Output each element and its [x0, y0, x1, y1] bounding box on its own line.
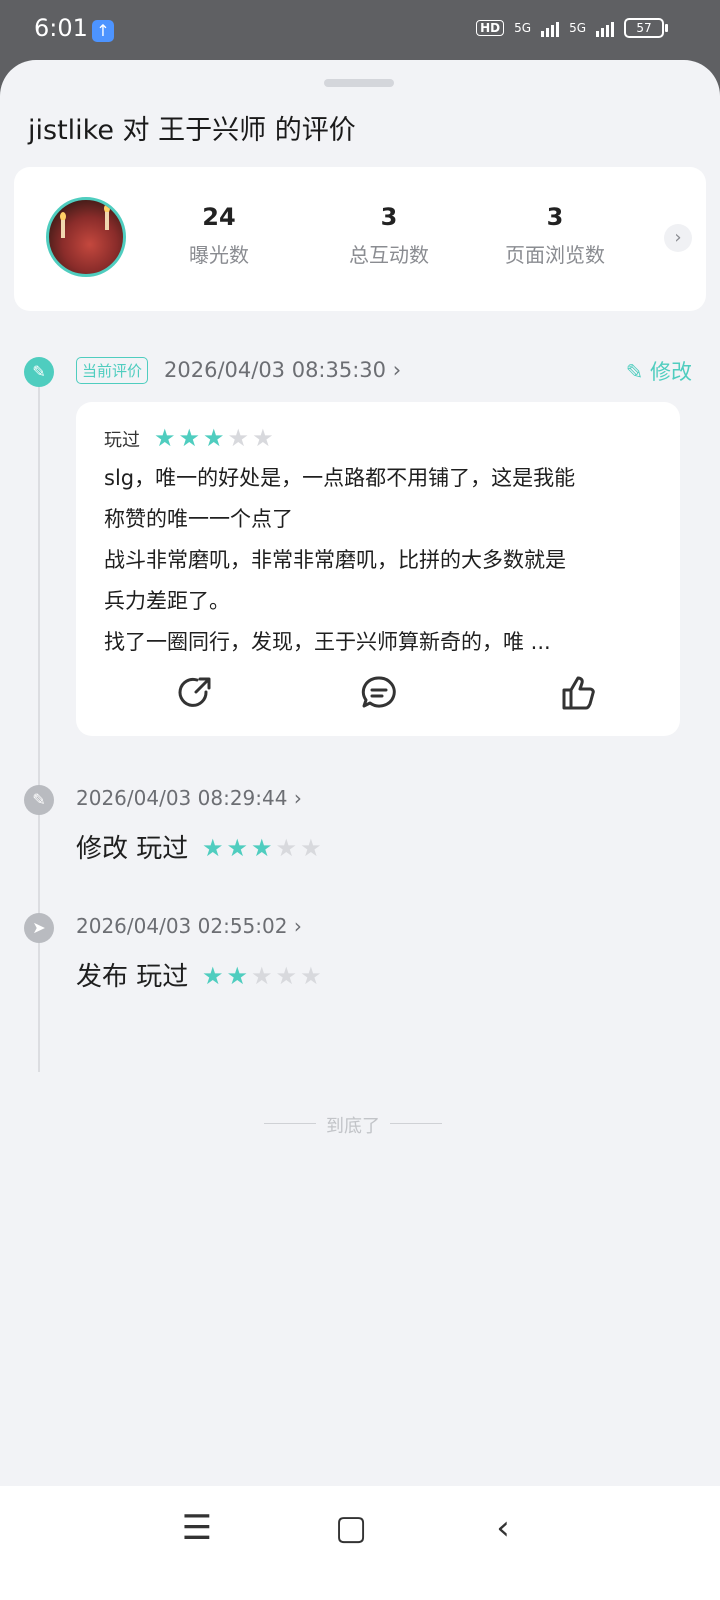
hd-icon: HD — [476, 20, 505, 36]
star-filled-icon: ★ — [154, 424, 176, 452]
thumbs-up-icon[interactable] — [560, 674, 598, 720]
status-bar: 6:01 ↑ HD 5G 5G 57 — [0, 0, 720, 62]
avatar[interactable] — [46, 197, 126, 277]
signal-icon-2 — [596, 19, 614, 37]
star-filled-icon: ★ — [226, 834, 249, 862]
network-label-2: 5G — [569, 21, 586, 35]
menu-icon[interactable]: ☰ — [172, 1508, 222, 1548]
stats-card[interactable]: 24 曝光数 3 总互动数 3 页面浏览数 › — [14, 167, 706, 311]
comment-icon[interactable] — [360, 674, 398, 720]
chevron-right-icon[interactable]: › — [664, 224, 692, 252]
played-label: 玩过 — [104, 430, 140, 451]
page-title: jistlike 对 王于兴师 的评价 — [28, 115, 356, 146]
current-review-badge: 当前评价 — [76, 357, 149, 384]
review-line: 兵力差距了。 — [104, 589, 230, 613]
current-review-date[interactable]: 2026/04/03 08:35:30 › — [164, 358, 401, 382]
home-icon[interactable]: ▢ — [326, 1508, 376, 1548]
stat-label: 总互动数 — [349, 243, 429, 267]
battery-icon: 57 — [624, 18, 668, 38]
review-line: 称赞的唯一一个点了 — [104, 507, 293, 531]
review-card[interactable]: 玩过 ★ ★ ★ ★ ★ slg，唯一的好处是，一点路都不用铺了，这是我能 称赞的唯一一… — [76, 402, 680, 736]
star-empty-icon: ★ — [300, 834, 322, 862]
upload-icon: ↑ — [92, 20, 114, 42]
star-empty-icon: ★ — [251, 962, 273, 990]
review-line: slg，唯一的好处是，一点路都不用铺了，这是我能 — [104, 466, 576, 490]
stat-label: 曝光数 — [189, 243, 249, 267]
share-icon[interactable] — [176, 674, 214, 720]
rating-stars: ★ ★ ★ ★ ★ — [154, 426, 274, 450]
bottom-sheet: jistlike 对 王于兴师 的评价 24 曝光数 3 总互动数 3 页面浏览… — [0, 60, 720, 1600]
star-empty-icon: ★ — [300, 962, 322, 990]
network-label-1: 5G — [514, 21, 532, 35]
timeline-line — [38, 372, 40, 1072]
system-nav-bar: ☰ ▢ ‹ — [0, 1486, 720, 1600]
review-line: 找了一圈同行，发现，王于兴师算新奇的，唯 ... — [104, 630, 551, 654]
stat-page-views: 3 页面浏览数 — [485, 203, 625, 268]
edit-check-icon: ✎ — [24, 357, 54, 387]
star-filled-icon: ★ — [226, 962, 249, 990]
review-line: 战斗非常磨叽，非常非常磨叽，比拼的大多数就是 — [104, 548, 566, 572]
edit-button[interactable]: ✎ 修改 — [626, 356, 692, 386]
back-icon[interactable]: ‹ — [478, 1508, 528, 1548]
history-date[interactable]: 2026/04/03 02:55:02 › — [76, 914, 302, 938]
stat-interactions: 3 总互动数 — [319, 203, 459, 268]
stat-exposure: 24 曝光数 — [149, 203, 289, 268]
star-empty-icon: ★ — [275, 962, 298, 990]
star-filled-icon: ★ — [251, 834, 273, 862]
stat-value: 3 — [546, 203, 564, 231]
star-filled-icon: ★ — [202, 834, 224, 862]
status-indicators: HD 5G 5G 57 — [476, 18, 668, 38]
star-empty-icon: ★ — [275, 834, 298, 862]
history-action: 发布 玩过 — [76, 962, 189, 992]
star-filled-icon: ★ — [202, 962, 224, 990]
star-empty-icon: ★ — [227, 424, 250, 452]
end-of-list: 到底了 — [264, 1112, 442, 1138]
star-empty-icon: ★ — [252, 424, 274, 452]
publish-icon: ➤ — [24, 913, 54, 943]
signal-icon — [541, 19, 560, 37]
history-action: 修改 玩过 — [76, 834, 189, 864]
edit-history-icon: ✎ — [24, 785, 54, 815]
status-time: 6:01 — [34, 14, 88, 42]
stat-value: 3 — [380, 203, 398, 231]
rating-stars: ★ ★ ★ ★ ★ — [202, 964, 322, 988]
history-date[interactable]: 2026/04/03 08:29:44 › — [76, 786, 302, 810]
rating-stars: ★ ★ ★ ★ ★ — [202, 836, 322, 860]
review-text: slg，唯一的好处是，一点路都不用铺了，这是我能 称赞的唯一一个点了 战斗非常磨… — [104, 458, 664, 663]
star-filled-icon: ★ — [203, 424, 225, 452]
stat-value: 24 — [202, 203, 236, 231]
stat-label: 页面浏览数 — [505, 243, 605, 267]
star-filled-icon: ★ — [178, 424, 201, 452]
drag-handle[interactable] — [324, 79, 394, 87]
